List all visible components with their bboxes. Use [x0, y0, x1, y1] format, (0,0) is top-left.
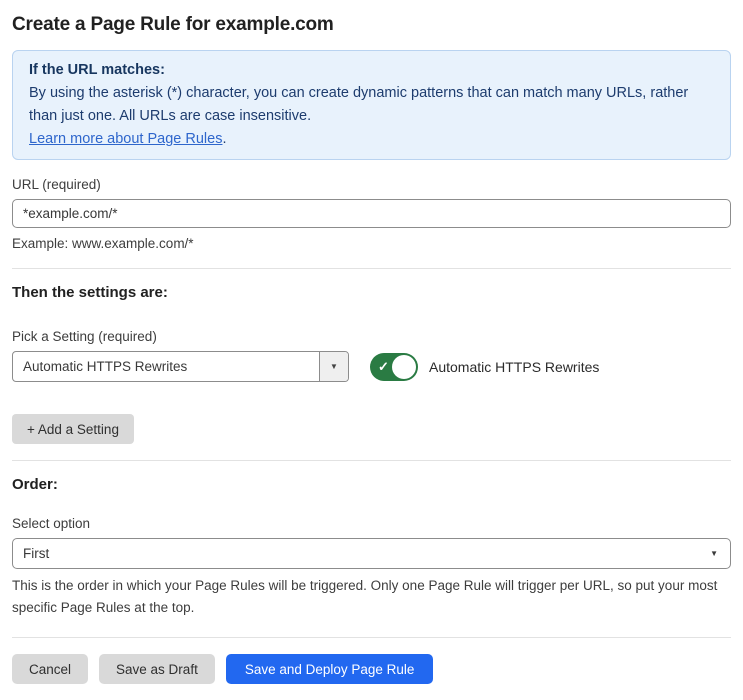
save-and-deploy-button[interactable]: Save and Deploy Page Rule — [225, 654, 434, 684]
order-select-label: Select option — [12, 516, 91, 531]
setting-toggle[interactable]: ✓ — [370, 352, 418, 381]
url-input[interactable] — [12, 199, 731, 228]
add-setting-button[interactable]: + Add a Setting — [12, 414, 134, 444]
chevron-down-icon[interactable]: ▼ — [319, 352, 348, 381]
order-help-text: This is the order in which your Page Rul… — [12, 578, 718, 615]
divider — [12, 460, 731, 461]
chevron-down-icon: ▼ — [710, 549, 718, 558]
setting-dropdown[interactable]: Automatic HTTPS Rewrites ▼ — [12, 351, 349, 382]
toggle-knob — [392, 354, 416, 379]
order-select[interactable]: First ▼ — [12, 538, 731, 569]
check-icon: ✓ — [378, 358, 389, 374]
url-field-label: URL (required) — [12, 177, 101, 192]
settings-section-heading: Then the settings are: — [12, 284, 168, 301]
page-title: Create a Page Rule for example.com — [12, 14, 334, 35]
divider — [12, 268, 731, 269]
link-suffix: . — [222, 131, 227, 147]
info-box-heading: If the URL matches: — [29, 62, 165, 78]
info-box-body: By using the asterisk (*) character, you… — [29, 85, 689, 124]
learn-more-link[interactable]: Learn more about Page Rules — [29, 131, 222, 147]
order-section-heading: Order: — [12, 476, 58, 493]
pick-setting-label: Pick a Setting (required) — [12, 329, 157, 344]
divider — [12, 637, 731, 638]
setting-row: Automatic HTTPS Rewrites ▼ ✓ Automatic H… — [12, 351, 731, 382]
page-rule-form: Create a Page Rule for example.com If th… — [0, 14, 743, 684]
info-box-link-line: Learn more about Page Rules. — [29, 128, 714, 151]
url-match-info-box: If the URL matches: By using the asteris… — [12, 50, 731, 160]
setting-toggle-label: Automatic HTTPS Rewrites — [429, 358, 600, 375]
setting-dropdown-value: Automatic HTTPS Rewrites — [23, 359, 188, 374]
save-as-draft-button[interactable]: Save as Draft — [99, 654, 215, 684]
order-select-value: First — [23, 546, 50, 561]
footer-actions: Cancel Save as Draft Save and Deploy Pag… — [12, 654, 731, 684]
url-example-hint: Example: www.example.com/* — [12, 236, 194, 251]
cancel-button[interactable]: Cancel — [12, 654, 89, 684]
